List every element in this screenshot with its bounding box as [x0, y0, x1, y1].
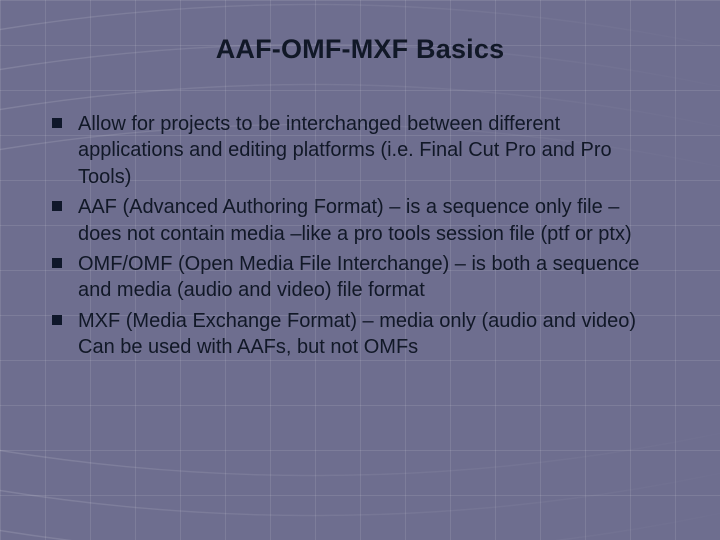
list-item: OMF/OMF (Open Media File Interchange) – … — [50, 251, 666, 304]
bullet-text: MXF (Media Exchange Format) – media only… — [78, 310, 636, 358]
bullet-square-icon — [52, 201, 62, 211]
slide-title: AAF-OMF-MXF Basics — [48, 34, 672, 65]
list-item: AAF (Advanced Authoring Format) – is a s… — [50, 194, 666, 247]
bullet-square-icon — [52, 118, 62, 128]
slide: AAF-OMF-MXF Basics Allow for projects to… — [0, 0, 720, 540]
bullet-list: Allow for projects to be interchanged be… — [48, 111, 672, 361]
bullet-square-icon — [52, 315, 62, 325]
bullet-text: AAF (Advanced Authoring Format) – is a s… — [78, 196, 632, 244]
bullet-text: Allow for projects to be interchanged be… — [78, 113, 612, 188]
list-item: MXF (Media Exchange Format) – media only… — [50, 308, 666, 361]
bullet-text: OMF/OMF (Open Media File Interchange) – … — [78, 253, 639, 301]
bullet-square-icon — [52, 258, 62, 268]
list-item: Allow for projects to be interchanged be… — [50, 111, 666, 190]
